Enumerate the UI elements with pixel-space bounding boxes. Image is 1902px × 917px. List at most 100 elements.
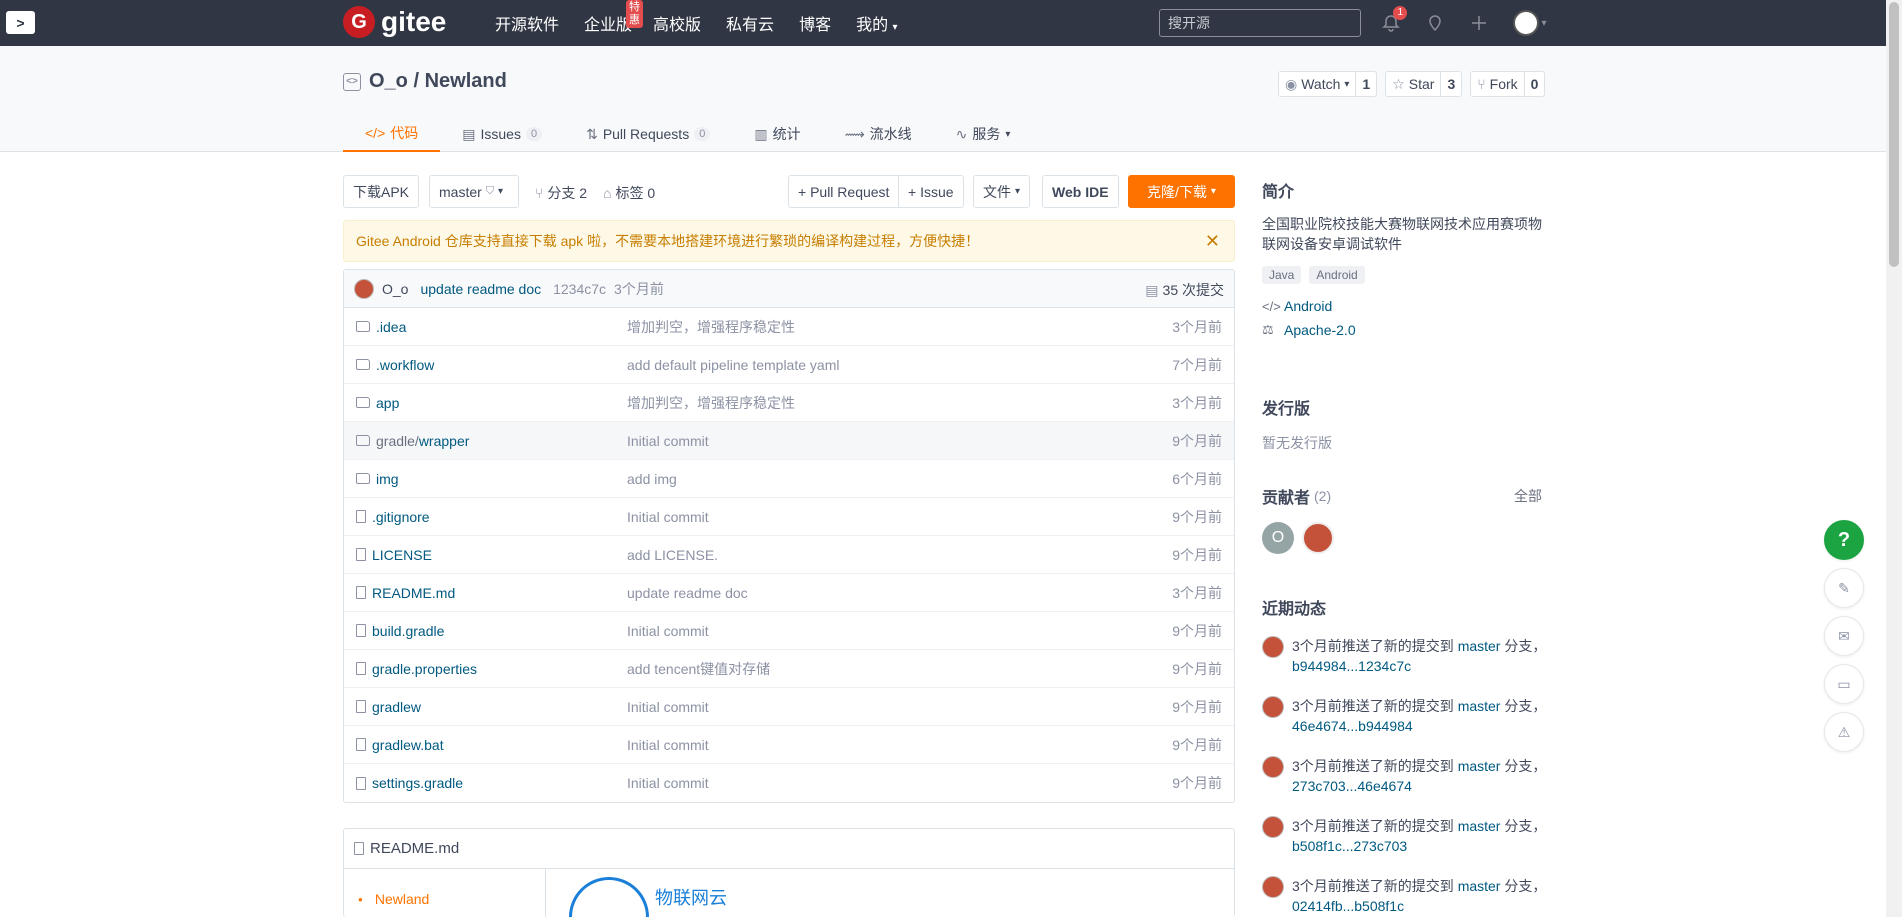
report-button[interactable]: ⚠ — [1824, 712, 1864, 752]
new-issue-button[interactable]: + Issue — [898, 175, 964, 208]
close-icon[interactable]: ✕ — [1205, 231, 1220, 252]
file-name[interactable]: .gitignore — [372, 509, 430, 525]
file-commit-message[interactable]: Initial commit — [627, 775, 709, 791]
branch-link[interactable]: master — [1458, 818, 1501, 834]
branch-link[interactable]: master — [1458, 758, 1501, 774]
file-commit-message[interactable]: add tencent键值对存储 — [627, 659, 770, 679]
file-name[interactable]: settings.gradle — [372, 775, 463, 791]
help-button[interactable]: ? — [1824, 520, 1864, 560]
file-name[interactable]: .workflow — [376, 357, 434, 373]
notification-button[interactable]: 1 — [1378, 6, 1407, 36]
file-commit-message[interactable]: Initial commit — [627, 433, 709, 449]
avatar[interactable] — [1262, 696, 1284, 718]
file-name[interactable]: img — [376, 471, 399, 487]
license-link[interactable]: Apache-2.0 — [1284, 322, 1356, 338]
avatar[interactable] — [1262, 816, 1284, 838]
table-row[interactable]: gradle/wrapper Initial commit 9个月前 — [344, 422, 1234, 460]
new-pull-request-button[interactable]: + Pull Request — [788, 175, 900, 208]
web-ide-button[interactable]: Web IDE — [1042, 175, 1119, 208]
gitee-logo[interactable]: G gitee — [343, 6, 446, 38]
file-name[interactable]: README.md — [372, 585, 455, 601]
feedback-button[interactable]: ✎ — [1824, 568, 1864, 608]
tags-link[interactable]: ⌂ 标签 0 — [603, 183, 655, 203]
watch-button[interactable]: ◉ Watch ▾ 1 — [1278, 71, 1378, 97]
avatar[interactable] — [1262, 756, 1284, 778]
chat-button[interactable]: ▭ — [1824, 664, 1864, 704]
file-commit-message[interactable]: 增加判空，增强程序稳定性 — [627, 393, 795, 413]
branches-link[interactable]: ⑂ 分支 2 — [535, 183, 587, 203]
toc-item-newland[interactable]: ● Newland — [358, 891, 429, 907]
table-row[interactable]: img add img 6个月前 — [344, 460, 1234, 498]
file-commit-message[interactable]: update readme doc — [627, 585, 748, 601]
table-row[interactable]: build.gradle Initial commit 9个月前 — [344, 612, 1234, 650]
nav-private-cloud[interactable]: 私有云 — [726, 11, 774, 35]
file-menu-button[interactable]: 文件 ▾ — [973, 175, 1031, 208]
tab-pull-requests[interactable]: ⇅ Pull Requests 0 — [564, 116, 732, 152]
table-row[interactable]: gradlew.bat Initial commit 9个月前 — [344, 726, 1234, 764]
file-name[interactable]: build.gradle — [372, 623, 444, 639]
file-name[interactable]: LICENSE — [372, 547, 432, 563]
avatar[interactable] — [354, 278, 374, 299]
table-row[interactable]: gradlew Initial commit 9个月前 — [344, 688, 1234, 726]
table-row[interactable]: app 增加判空，增强程序稳定性 3个月前 — [344, 384, 1234, 422]
tab-pipeline[interactable]: ⟿ 流水线 — [823, 116, 934, 152]
repo-name-link[interactable]: O_o / Newland — [369, 70, 507, 93]
commit-range-link[interactable]: b944984...1234c7c — [1292, 658, 1411, 674]
star-button[interactable]: ☆ Star 3 — [1385, 71, 1463, 97]
file-name[interactable]: wrapper — [419, 433, 470, 449]
commit-range-link[interactable]: b508f1c...273c703 — [1292, 838, 1407, 854]
tab-stats[interactable]: ▥ 统计 — [732, 116, 822, 152]
tag-android[interactable]: Android — [1309, 266, 1365, 284]
branch-link[interactable]: master — [1458, 698, 1501, 714]
table-row[interactable]: gradle.properties add tencent键值对存储 9个月前 — [344, 650, 1234, 688]
file-commit-message[interactable]: add LICENSE. — [627, 547, 718, 563]
nav-enterprise[interactable]: 企业版 特惠 — [584, 0, 644, 35]
avatar[interactable] — [1262, 876, 1284, 898]
commit-range-link[interactable]: 02414fb...b508f1c — [1292, 898, 1404, 914]
file-name[interactable]: gradlew.bat — [372, 737, 444, 753]
table-row[interactable]: settings.gradle Initial commit 9个月前 — [344, 764, 1234, 802]
tab-services[interactable]: ∿ 服务 ▾ — [934, 116, 1033, 152]
contributors-all-link[interactable]: 全部 — [1514, 486, 1542, 506]
user-menu[interactable]: ▾ — [1510, 10, 1550, 36]
table-row[interactable]: LICENSE add LICENSE. 9个月前 — [344, 536, 1234, 574]
commit-count-link[interactable]: ▤ 35 次提交 — [1145, 280, 1224, 300]
tab-code[interactable]: </> 代码 — [343, 116, 441, 152]
fork-button[interactable]: ⑂ Fork 0 — [1470, 71, 1546, 97]
table-row[interactable]: .gitignore Initial commit 9个月前 — [344, 498, 1234, 536]
branch-link[interactable]: master — [1458, 638, 1501, 654]
search-input[interactable] — [1159, 9, 1361, 37]
page-scrollbar[interactable] — [1886, 0, 1902, 917]
branch-link[interactable]: master — [1458, 878, 1501, 894]
commit-message[interactable]: update readme doc — [420, 281, 541, 297]
nav-education[interactable]: 高校版 — [653, 11, 701, 35]
nav-mine[interactable]: 我的 ▾ — [856, 11, 898, 35]
file-commit-message[interactable]: add img — [627, 471, 677, 487]
download-apk-button[interactable]: 下载APK — [343, 175, 420, 208]
language-link[interactable]: Android — [1284, 298, 1332, 314]
file-commit-message[interactable]: Initial commit — [627, 623, 709, 639]
commit-range-link[interactable]: 273c703...46e4674 — [1292, 778, 1412, 794]
nav-open-source[interactable]: 开源软件 — [495, 11, 559, 35]
avatar[interactable] — [1302, 522, 1334, 554]
commit-range-link[interactable]: 46e4674...b944984 — [1292, 718, 1413, 734]
branch-selector[interactable]: master ⛉ ▾ — [429, 175, 519, 208]
file-commit-message[interactable]: Initial commit — [627, 737, 709, 753]
file-commit-message[interactable]: Initial commit — [627, 509, 709, 525]
table-row[interactable]: .workflow add default pipeline template … — [344, 346, 1234, 384]
explore-button[interactable] — [1422, 10, 1448, 36]
mail-button[interactable]: ✉ — [1824, 616, 1864, 656]
commit-author[interactable]: O_o — [382, 281, 408, 297]
file-commit-message[interactable]: add default pipeline template yaml — [627, 357, 839, 373]
file-name[interactable]: gradle.properties — [372, 661, 477, 677]
file-commit-message[interactable]: Initial commit — [627, 699, 709, 715]
sidebar-toggle-button[interactable]: > — [6, 11, 35, 34]
avatar[interactable] — [1262, 636, 1284, 658]
file-name[interactable]: .idea — [376, 319, 406, 335]
table-row[interactable]: README.md update readme doc 3个月前 — [344, 574, 1234, 612]
create-button[interactable] — [1466, 10, 1492, 36]
scrollbar-thumb[interactable] — [1889, 2, 1899, 267]
file-name[interactable]: app — [376, 395, 399, 411]
clone-download-button[interactable]: 克隆/下载 ▾ — [1128, 175, 1235, 208]
table-row[interactable]: .idea 增加判空，增强程序稳定性 3个月前 — [344, 308, 1234, 346]
